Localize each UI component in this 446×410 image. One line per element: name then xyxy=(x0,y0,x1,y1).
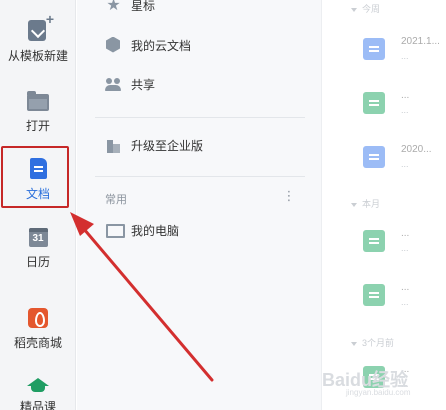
rail-item-courses[interactable]: 精品课 xyxy=(0,374,76,410)
watermark-subtext: jingyan.baidu.com xyxy=(346,388,411,397)
new-from-template-icon xyxy=(28,11,54,41)
list-item[interactable]: ... ... xyxy=(363,226,446,262)
file-name: 2021.1... xyxy=(401,36,440,47)
list-item[interactable]: 2020... ... xyxy=(363,142,446,178)
course-icon xyxy=(27,378,49,392)
store-icon xyxy=(28,308,48,328)
divider xyxy=(95,117,305,118)
document-icon xyxy=(363,38,385,60)
file-meta: ... xyxy=(401,105,409,115)
file-meta: ... xyxy=(401,243,409,253)
nav-item-label: 共享 xyxy=(131,77,156,92)
spreadsheet-icon xyxy=(363,92,385,114)
nav-item-label: 星标 xyxy=(131,0,156,13)
rail-label: 打开 xyxy=(25,119,50,133)
rail-item-open[interactable]: 打开 xyxy=(0,91,76,134)
document-icon xyxy=(363,146,385,168)
nav-item-upgrade[interactable]: 升级至企业版 xyxy=(105,134,203,156)
section-label-common: 常用 xyxy=(105,194,127,206)
group-header[interactable]: 今周 xyxy=(351,2,380,14)
file-name: ... xyxy=(401,282,410,293)
list-item[interactable]: 2021.1... ... xyxy=(363,34,446,70)
nav-item-shared[interactable]: 共享 xyxy=(105,73,155,95)
nav-item-cloud-docs[interactable]: 我的云文档 xyxy=(105,34,191,56)
file-name: ... xyxy=(401,228,410,239)
folder-icon xyxy=(27,91,49,111)
rail-label: 日历 xyxy=(25,255,50,269)
file-meta: ... xyxy=(401,51,409,61)
file-name: ... xyxy=(401,90,410,101)
rail-item-new-from-template[interactable]: 从模板新建 xyxy=(0,11,76,64)
group-header[interactable]: 本月 xyxy=(351,197,380,209)
star-icon: ★ xyxy=(106,0,121,14)
more-options-icon[interactable]: ⋮ xyxy=(281,188,297,204)
list-item[interactable]: ... ... xyxy=(363,88,446,124)
rail-label: 精品课 xyxy=(19,400,56,410)
rail-label: 稻壳商城 xyxy=(13,336,62,350)
divider xyxy=(95,176,305,177)
nav-item-starred[interactable]: ★ 星标 xyxy=(105,0,155,16)
file-meta: ... xyxy=(401,297,409,307)
file-name: 2020... xyxy=(401,144,432,155)
group-header[interactable]: 3个月前 xyxy=(351,336,394,348)
file-meta: ... xyxy=(401,159,409,169)
spreadsheet-icon xyxy=(363,230,385,252)
rail-item-store[interactable]: 稻壳商城 xyxy=(0,308,76,351)
spreadsheet-icon xyxy=(363,284,385,306)
cloud-docs-icon xyxy=(105,36,122,54)
file-list: 今周 2021.1... ... ... ... 2020... ... 本月 … xyxy=(323,0,446,410)
nav-item-my-pc[interactable]: 我的电脑 xyxy=(105,219,179,241)
rail-label: 从模板新建 xyxy=(7,49,68,63)
calendar-icon: 31 xyxy=(28,228,48,247)
nav-item-label: 升级至企业版 xyxy=(131,138,204,153)
computer-icon xyxy=(105,222,125,239)
rail-item-calendar[interactable]: 31 日历 xyxy=(0,228,76,270)
app-sidebar: 从模板新建 打开 文档 31 日历 稻壳商城 精品课 xyxy=(0,0,76,410)
building-icon xyxy=(105,137,122,154)
highlight-box xyxy=(1,146,69,208)
list-item[interactable]: ... ... xyxy=(363,280,446,316)
nav-item-label: 我的电脑 xyxy=(131,223,180,238)
nav-item-label: 我的云文档 xyxy=(131,38,192,53)
watermark: Baidu经验 jingyan.baidu.com xyxy=(322,358,442,398)
nav-panel: ★ 星标 我的云文档 共享 升级至企业版 常用 ⋮ 我的电脑 xyxy=(77,0,322,410)
people-icon xyxy=(105,76,122,93)
